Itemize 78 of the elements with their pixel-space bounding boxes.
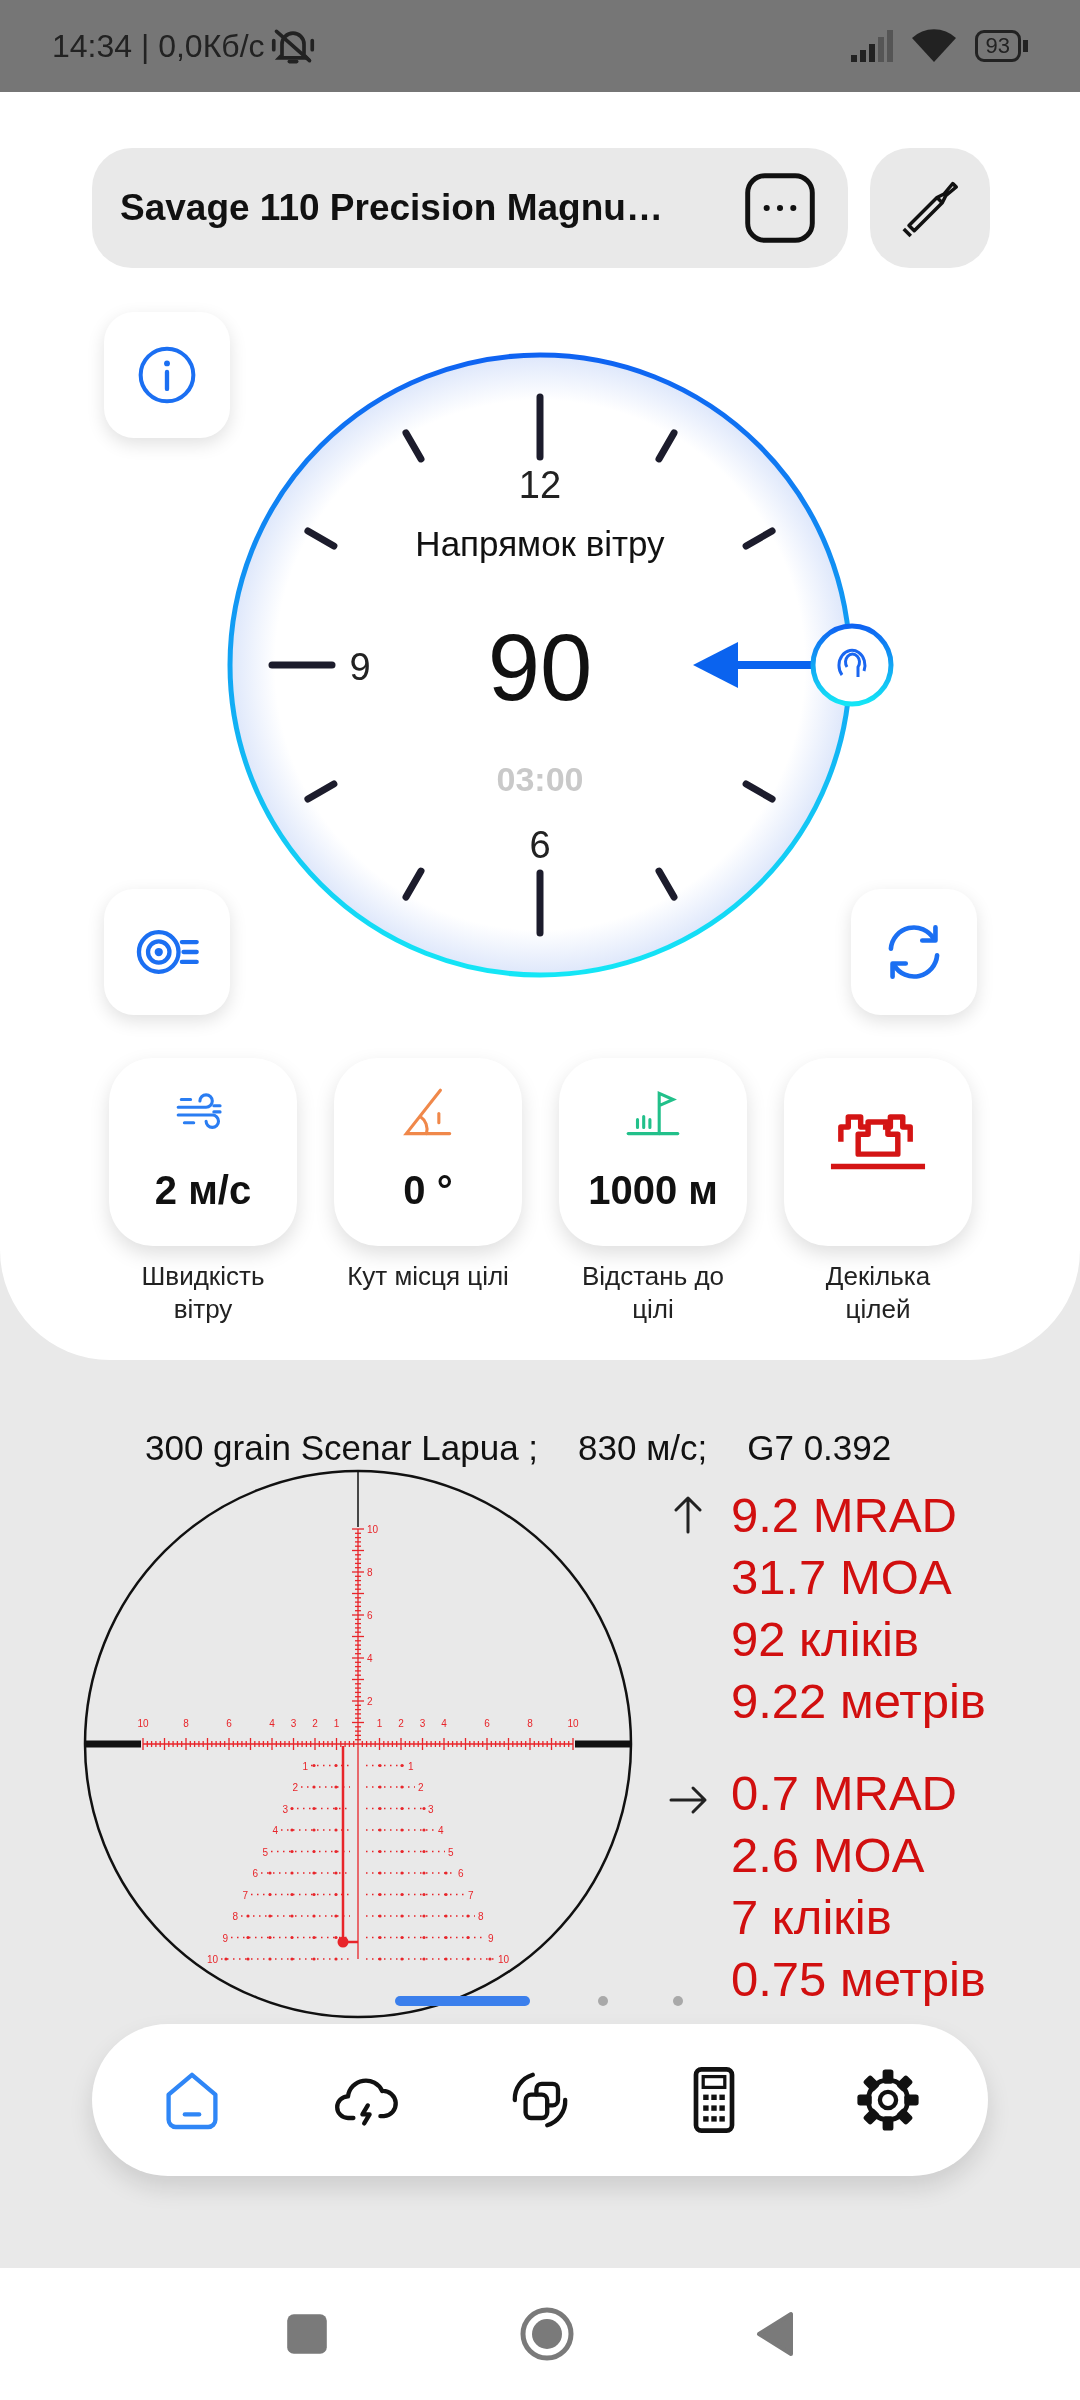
scale-number: 8 [527,1718,533,1729]
scale-number: 8 [183,1718,189,1729]
scale-number: 4 [272,1825,278,1836]
correction-value: 0.7 MRAD [731,1765,958,1822]
scale-number: 6 [252,1868,258,1879]
more-button[interactable] [742,170,818,246]
target-button[interactable] [104,889,230,1015]
scale-number: 5 [262,1846,268,1858]
scale-number: 10 [567,1718,579,1729]
correction-value: 9.22 метрів [731,1673,986,1730]
cartridge-button[interactable] [870,148,990,268]
battery-indicator: 93 [974,30,1021,62]
battery-terminal [1023,40,1028,52]
scale-number: 2 [292,1782,298,1793]
correction-value: 31.7 MOA [731,1549,953,1606]
scale-number: 4 [269,1718,275,1729]
scale-number: 4 [441,1718,447,1729]
scale-number: 6 [484,1718,490,1729]
correction-value: 7 кліків [731,1889,893,1946]
parameter-button[interactable] [784,1058,972,1246]
parameter-label: Кут місця цілі [346,1260,510,1293]
scale-number: 1 [302,1760,308,1772]
scale-number: 3 [428,1803,434,1815]
info-icon [136,344,198,406]
home-button[interactable] [519,2306,575,2362]
scale-number: 3 [419,1718,426,1729]
correction-value: 92 кліків [731,1611,920,1668]
scale-number: 2 [418,1782,424,1793]
recents-button[interactable] [285,2312,329,2356]
rifle-name: Savage 110 Precision Magnu… [120,186,663,231]
scale-number: 10 [367,1524,379,1535]
correction-value: 9.2 MRAD [731,1487,958,1544]
scale-number: 8 [367,1567,373,1578]
scale-number: 10 [498,1954,510,1965]
scale-number: 10 [137,1718,149,1729]
ammo-info: 830 м/с; [578,1427,708,1464]
scale-number: 9 [222,1932,228,1944]
scale-number: 6 [226,1718,232,1729]
back-button[interactable] [755,2311,795,2357]
dial-title: Напрямок вітру [415,523,665,563]
scale-number: 6 [367,1610,373,1621]
dial-numeral: 6 [529,824,551,866]
scale-number: 3 [282,1803,288,1815]
scale-number: 4 [438,1825,444,1836]
scale-number: 2 [312,1718,318,1729]
parameter-button[interactable]: 2 м/с [109,1058,297,1246]
scale-number: 1 [376,1718,383,1729]
wind-direction-value: 90 [487,614,593,720]
correction-value: 0.75 метрів [731,1951,986,2008]
status-text: 14:34 | 0,0Кб/с [52,27,265,66]
rifle-selector[interactable]: Savage 110 Precision Magnu… [92,148,848,268]
scale-number: 3 [290,1718,297,1729]
drag-handle[interactable] [810,623,894,707]
info-button[interactable] [104,312,230,438]
dial-numeral: 9 [349,646,371,688]
parameter-button[interactable]: 0 ° [334,1058,522,1246]
scale-number: 1 [408,1760,414,1772]
parameter-label: Відстань до цілі [580,1260,726,1326]
scale-number: 1 [333,1718,340,1729]
scale-number: 2 [398,1718,404,1729]
parameter-label: Швидкість вітру [140,1260,266,1326]
scale-number: 8 [232,1911,238,1922]
refresh-button[interactable] [851,889,977,1015]
scale-number: 5 [448,1846,454,1858]
dial-numeral: 12 [518,464,562,506]
wifi-icon [910,28,957,64]
scale-number: 4 [367,1653,373,1664]
scale-number: 7 [468,1889,474,1901]
scale-number: 7 [242,1889,248,1901]
scale-number: 2 [367,1696,373,1707]
scale-number: 8 [478,1911,484,1922]
correction-value: 2.6 MOA [731,1827,926,1884]
scale-number: 10 [206,1954,218,1965]
scale-number: 9 [488,1932,494,1944]
parameter-button[interactable]: 1000 м [559,1058,747,1246]
ammo-info: G7 0.392 [747,1427,892,1464]
parameter-label: Декілька цілей [824,1260,932,1326]
scale-number: 6 [458,1868,464,1879]
